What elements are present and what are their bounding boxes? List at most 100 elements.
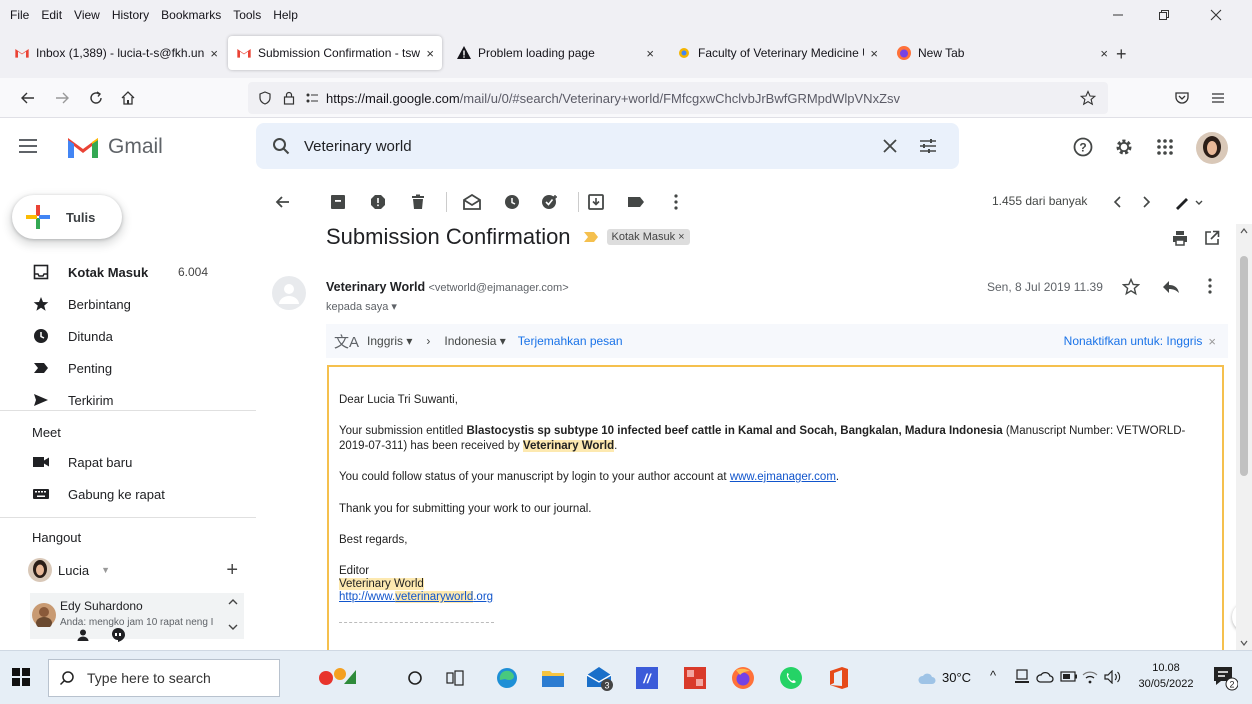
older-icon[interactable]	[1136, 192, 1156, 212]
scroll-up-icon[interactable]	[1240, 228, 1248, 234]
close-icon[interactable]: ×	[1208, 334, 1216, 349]
label-icon[interactable]	[626, 192, 646, 212]
shield-icon[interactable]	[258, 91, 272, 105]
account-avatar[interactable]	[1196, 132, 1228, 164]
sidebar-item-starred[interactable]: Berbintang	[0, 288, 256, 320]
delete-icon[interactable]	[408, 192, 428, 212]
search-input[interactable]	[304, 137, 804, 155]
task-view-icon[interactable]	[440, 663, 470, 693]
tab-faculty[interactable]: Faculty of Veterinary Medicine U ×	[668, 36, 886, 70]
scroll-down-icon[interactable]	[1240, 640, 1248, 646]
sidebar-item-snoozed[interactable]: Ditunda	[0, 320, 256, 352]
move-to-icon[interactable]	[586, 192, 606, 212]
menu-tools[interactable]: Tools	[227, 8, 267, 22]
pattern-app-icon[interactable]	[680, 663, 710, 693]
menu-file[interactable]: File	[4, 8, 35, 22]
compose-button[interactable]: Tulis	[12, 195, 122, 239]
important-marker-icon[interactable]	[583, 231, 599, 243]
contacts-tab-icon[interactable]	[76, 628, 90, 642]
star-icon[interactable]	[1122, 278, 1140, 296]
forward-button[interactable]	[50, 86, 74, 110]
apps-grid-icon[interactable]	[1156, 138, 1174, 156]
hangout-contact[interactable]: Edy Suhardono Anda: mengko jam 10 rapat …	[30, 593, 244, 639]
new-tab-button[interactable]: +	[1116, 44, 1127, 65]
restore-button[interactable]	[1144, 0, 1184, 30]
page-scrollbar[interactable]	[1236, 224, 1252, 650]
signature-link[interactable]: http://www.veterinaryworld.org	[339, 590, 1212, 605]
mark-unread-icon[interactable]	[462, 192, 482, 212]
file-explorer-icon[interactable]	[538, 663, 568, 693]
menu-edit[interactable]: Edit	[35, 8, 68, 22]
menu-help[interactable]: Help	[267, 8, 304, 22]
tab-new-tab[interactable]: New Tab ×	[888, 36, 1116, 70]
weather-temp[interactable]: 30°C	[942, 670, 971, 685]
mail-icon[interactable]: 3	[584, 663, 614, 693]
menu-button[interactable]	[1206, 86, 1230, 110]
sidebar-item-sent[interactable]: Terkirim	[0, 384, 256, 416]
source-language-select[interactable]: Inggris ▾	[367, 334, 412, 348]
recipient-details[interactable]: kepada saya ▾	[326, 300, 397, 313]
chevron-up-icon[interactable]	[228, 598, 238, 606]
onedrive-icon[interactable]	[1036, 670, 1054, 684]
pocket-button[interactable]	[1170, 86, 1194, 110]
sender-avatar[interactable]	[272, 276, 306, 310]
reply-icon[interactable]	[1162, 280, 1180, 294]
target-language-select[interactable]: Indonesia ▾	[444, 334, 505, 348]
report-spam-icon[interactable]	[368, 192, 388, 212]
add-contact-icon[interactable]: +	[226, 559, 238, 582]
flower-widget-icon[interactable]	[316, 663, 358, 693]
tab-inbox[interactable]: Inbox (1,389) - lucia-t-s@fkh.un ×	[6, 36, 226, 70]
main-menu-button[interactable]	[18, 138, 38, 154]
taskbar-search[interactable]: Type here to search	[48, 659, 280, 697]
open-new-window-icon[interactable]	[1204, 230, 1220, 246]
sidebar-item-important[interactable]: Penting	[0, 352, 256, 384]
permissions-icon[interactable]	[304, 91, 320, 105]
windows-start-icon[interactable]	[12, 668, 30, 686]
back-button[interactable]	[16, 86, 40, 110]
close-icon[interactable]: ×	[426, 46, 434, 61]
back-to-list-icon[interactable]	[272, 192, 292, 212]
close-window-button[interactable]	[1196, 0, 1236, 30]
whatsapp-icon[interactable]	[776, 663, 806, 693]
app-icon[interactable]: //	[632, 663, 662, 693]
snooze-icon[interactable]	[502, 192, 522, 212]
bookmark-star-icon[interactable]	[1080, 90, 1096, 106]
home-button[interactable]	[116, 86, 140, 110]
scrollbar-thumb[interactable]	[1240, 256, 1248, 476]
search-icon[interactable]	[272, 137, 290, 155]
lock-icon[interactable]	[282, 91, 296, 105]
wifi-icon[interactable]	[1082, 670, 1098, 684]
sidebar-item-join-meeting[interactable]: Gabung ke rapat	[0, 478, 256, 510]
label-chip[interactable]: Kotak Masuk ×	[606, 229, 690, 245]
cortana-icon[interactable]	[400, 663, 430, 693]
hangout-user[interactable]: Lucia ▼ +	[28, 558, 238, 582]
ejmanager-link[interactable]: www.ejmanager.com	[730, 471, 836, 483]
tab-problem-loading[interactable]: Problem loading page ×	[448, 36, 662, 70]
minimize-button[interactable]	[1098, 0, 1138, 30]
search-box[interactable]	[256, 123, 959, 169]
disable-translate-link[interactable]: Nonaktifkan untuk: Inggris	[1064, 334, 1203, 348]
close-icon[interactable]: ×	[210, 46, 218, 61]
menu-view[interactable]: View	[68, 8, 106, 22]
close-icon[interactable]: ×	[1100, 46, 1108, 61]
print-icon[interactable]	[1172, 230, 1188, 246]
translate-message-link[interactable]: Terjemahkan pesan	[518, 334, 623, 348]
settings-gear-icon[interactable]	[1114, 137, 1134, 157]
edge-icon[interactable]	[492, 663, 522, 693]
chevron-down-icon[interactable]: ▼	[101, 565, 110, 575]
chevron-down-icon[interactable]	[228, 623, 238, 631]
menu-bookmarks[interactable]: Bookmarks	[155, 8, 227, 22]
weather-icon[interactable]	[918, 671, 936, 685]
firefox-icon[interactable]	[728, 663, 758, 693]
chevron-up-icon[interactable]: ^	[990, 668, 996, 683]
input-tools-icon[interactable]	[1172, 192, 1206, 212]
search-options-icon[interactable]	[919, 138, 937, 154]
battery-icon[interactable]	[1060, 671, 1078, 683]
sender-name[interactable]: Veterinary World	[326, 280, 425, 294]
more-vertical-icon[interactable]	[666, 192, 686, 212]
add-task-icon[interactable]	[540, 192, 560, 212]
sidebar-item-new-meeting[interactable]: Rapat baru	[0, 446, 256, 478]
reload-button[interactable]	[84, 86, 108, 110]
volume-icon[interactable]	[1104, 670, 1122, 684]
close-icon[interactable]: ×	[870, 46, 878, 61]
